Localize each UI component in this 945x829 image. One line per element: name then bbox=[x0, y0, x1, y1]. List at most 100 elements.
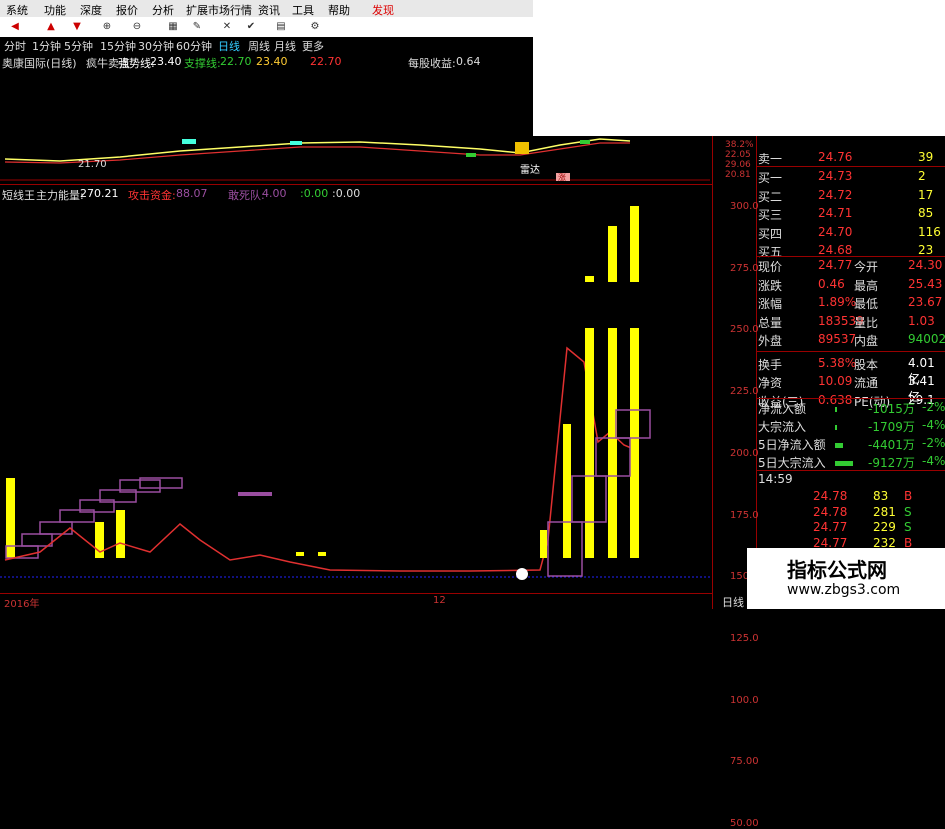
tick-side: S bbox=[904, 504, 912, 519]
order-volume: 116 bbox=[918, 224, 941, 239]
flow-bar bbox=[835, 461, 853, 466]
menu-item-1[interactable]: 功能 bbox=[44, 2, 66, 18]
attack-value: 88.07 bbox=[176, 187, 208, 200]
y-tick: 225.0 bbox=[730, 386, 759, 398]
period-tab-6[interactable]: 日线 bbox=[218, 38, 240, 54]
watermark-url: www.zbgs3.com bbox=[787, 582, 901, 598]
period-tab-7[interactable]: 周线 bbox=[248, 38, 270, 54]
order-price: 24.73 bbox=[818, 169, 853, 183]
tick-side: B bbox=[904, 489, 913, 503]
order-label: 卖一 bbox=[758, 152, 783, 166]
indicator-header: 短线王 主力能量: 270.21 攻击资金: 88.07 敢死队: 4.00 :… bbox=[0, 187, 710, 202]
order-volume: 17 bbox=[918, 187, 934, 202]
zoom-out-icon[interactable]: ⊖ bbox=[126, 19, 148, 34]
quote-label-1: 换手 bbox=[758, 357, 783, 372]
flow-label: 5日净流入额 bbox=[758, 438, 826, 452]
value-v4: :0.00 bbox=[300, 187, 329, 200]
y-tick: 125.0 bbox=[730, 632, 759, 644]
quote-value-2: 94002 bbox=[908, 332, 945, 346]
menu-item-6[interactable]: 资讯 bbox=[258, 2, 280, 18]
menu-bar: 系统 功能 深度 报价 分析 扩展市场行情 资讯 工具 帮助 发现 bbox=[0, 0, 533, 18]
chart-icon[interactable]: ▤ bbox=[270, 19, 292, 34]
flow-pct: -2% bbox=[922, 436, 945, 450]
panel-row: 24.77 229 S bbox=[758, 520, 943, 537]
menu-item-5[interactable]: 扩展市场行情 bbox=[186, 2, 252, 18]
watermark: 指标公式网 www.zbgs3.com bbox=[747, 548, 945, 609]
period-label[interactable]: 日线 bbox=[722, 594, 744, 610]
quote-label-2: 股本 bbox=[854, 357, 879, 372]
quote-value-2: 1.03 bbox=[908, 313, 935, 328]
eps-value: 0.64 bbox=[456, 55, 481, 68]
panel-row: 5日净流入额 -4401万 -2% bbox=[758, 436, 945, 453]
back-icon[interactable]: ◀ bbox=[4, 19, 26, 34]
period-tab-4[interactable]: 30分钟 bbox=[138, 38, 174, 54]
quote-value-2: 25.43 bbox=[908, 276, 943, 291]
flow-label: 大宗流入 bbox=[758, 420, 807, 434]
period-tab-0[interactable]: 分时 bbox=[4, 38, 26, 54]
quote-label-1: 涨跌 bbox=[758, 278, 783, 293]
quote-value-1: 5.38% bbox=[818, 355, 857, 370]
indicator-chart[interactable] bbox=[0, 200, 712, 593]
period-tab-2[interactable]: 5分钟 bbox=[64, 38, 93, 54]
year-label: 2016年 bbox=[4, 599, 40, 610]
quote-value-1: 1.89% bbox=[818, 295, 857, 309]
panel-separator bbox=[756, 398, 945, 399]
up-tag: 涨 bbox=[558, 172, 566, 181]
panel-row: 涨跌 0.46 最高 25.43 bbox=[758, 277, 943, 294]
flow-pct: -2% bbox=[922, 400, 945, 414]
y-icon[interactable]: ✔ bbox=[240, 19, 262, 34]
tick-volume: 83 bbox=[873, 489, 889, 503]
panel-row: 大宗流入 -1709万 -4% bbox=[758, 418, 945, 435]
flow-pct: -4% bbox=[922, 454, 945, 468]
menu-item-3[interactable]: 报价 bbox=[116, 2, 138, 18]
quote-label-1: 外盘 bbox=[758, 334, 783, 348]
menu-item-7[interactable]: 工具 bbox=[292, 2, 314, 18]
grid-icon[interactable]: ▦ bbox=[162, 19, 184, 34]
period-tab-5[interactable]: 60分钟 bbox=[176, 38, 212, 54]
panel-row: 总量 183539 量比 1.03 bbox=[758, 314, 943, 331]
x-icon[interactable]: ✕ bbox=[216, 19, 238, 34]
zoom-in-icon[interactable]: ⊕ bbox=[96, 19, 118, 34]
quote-label-1: 净资 bbox=[758, 376, 783, 390]
price-chart[interactable]: 21.70 雷达 涨 bbox=[0, 69, 710, 181]
menu-item-8[interactable]: 帮助 bbox=[328, 2, 350, 18]
menu-item-2[interactable]: 深度 bbox=[80, 2, 102, 18]
panel-row: 换手 5.38% 股本 4.01亿 bbox=[758, 355, 943, 386]
period-tab-9[interactable]: 更多 bbox=[302, 38, 324, 54]
flow-bar bbox=[835, 407, 837, 412]
panel-border bbox=[756, 136, 757, 548]
panel-row: 买二 24.72 17 bbox=[758, 188, 943, 205]
period-tab-8[interactable]: 月线 bbox=[274, 38, 296, 54]
y-tick: 100.0 bbox=[730, 694, 759, 706]
radar-tag: 雷达 bbox=[520, 164, 540, 176]
flow-value: -4401万 bbox=[868, 438, 915, 452]
quote-label-2: 最低 bbox=[854, 297, 879, 311]
order-price: 24.68 bbox=[818, 243, 853, 257]
y-tick: 300.0 bbox=[730, 201, 759, 212]
settings-icon[interactable]: ⚙ bbox=[304, 19, 326, 34]
period-tab-3[interactable]: 15分钟 bbox=[100, 38, 136, 54]
axis-line bbox=[712, 136, 713, 609]
watermark-title: 指标公式网 bbox=[787, 558, 887, 582]
pen-icon[interactable]: ✎ bbox=[186, 19, 208, 34]
quote-value-1: 10.09 bbox=[818, 374, 853, 388]
dare-value: 4.00 bbox=[262, 187, 287, 200]
main-chart-header: 奥康国际(日线) 疯牛卖点 强势线: 23.40 支撑线: 22.70 23.4… bbox=[0, 55, 533, 70]
menu-item-4[interactable]: 分析 bbox=[152, 2, 174, 18]
period-bar: 分时 1分钟 5分钟 15分钟 30分钟 60分钟 日线 周线 月线 更多 bbox=[0, 37, 533, 53]
menu-item-9[interactable]: 发现 bbox=[372, 2, 394, 18]
panel-row: 24.78 83 B bbox=[758, 489, 943, 506]
menu-item-0[interactable]: 系统 bbox=[6, 2, 28, 18]
flow-label: 5日大宗流入 bbox=[758, 456, 826, 470]
flow-value: -9127万 bbox=[868, 456, 915, 470]
flow-pct: -4% bbox=[922, 418, 945, 432]
flow-value: -1709万 bbox=[868, 420, 915, 434]
quote-value-2: 24.30 bbox=[908, 258, 943, 272]
up-arrow-icon[interactable]: ▲ bbox=[40, 19, 62, 34]
panel-row: 买三 24.71 85 bbox=[758, 206, 943, 223]
down-arrow-icon[interactable]: ▼ bbox=[66, 19, 88, 34]
divider bbox=[0, 184, 712, 185]
period-tab-1[interactable]: 1分钟 bbox=[32, 38, 61, 54]
panel-row: 买四 24.70 116 bbox=[758, 225, 943, 242]
tick-volume: 229 bbox=[873, 520, 896, 534]
